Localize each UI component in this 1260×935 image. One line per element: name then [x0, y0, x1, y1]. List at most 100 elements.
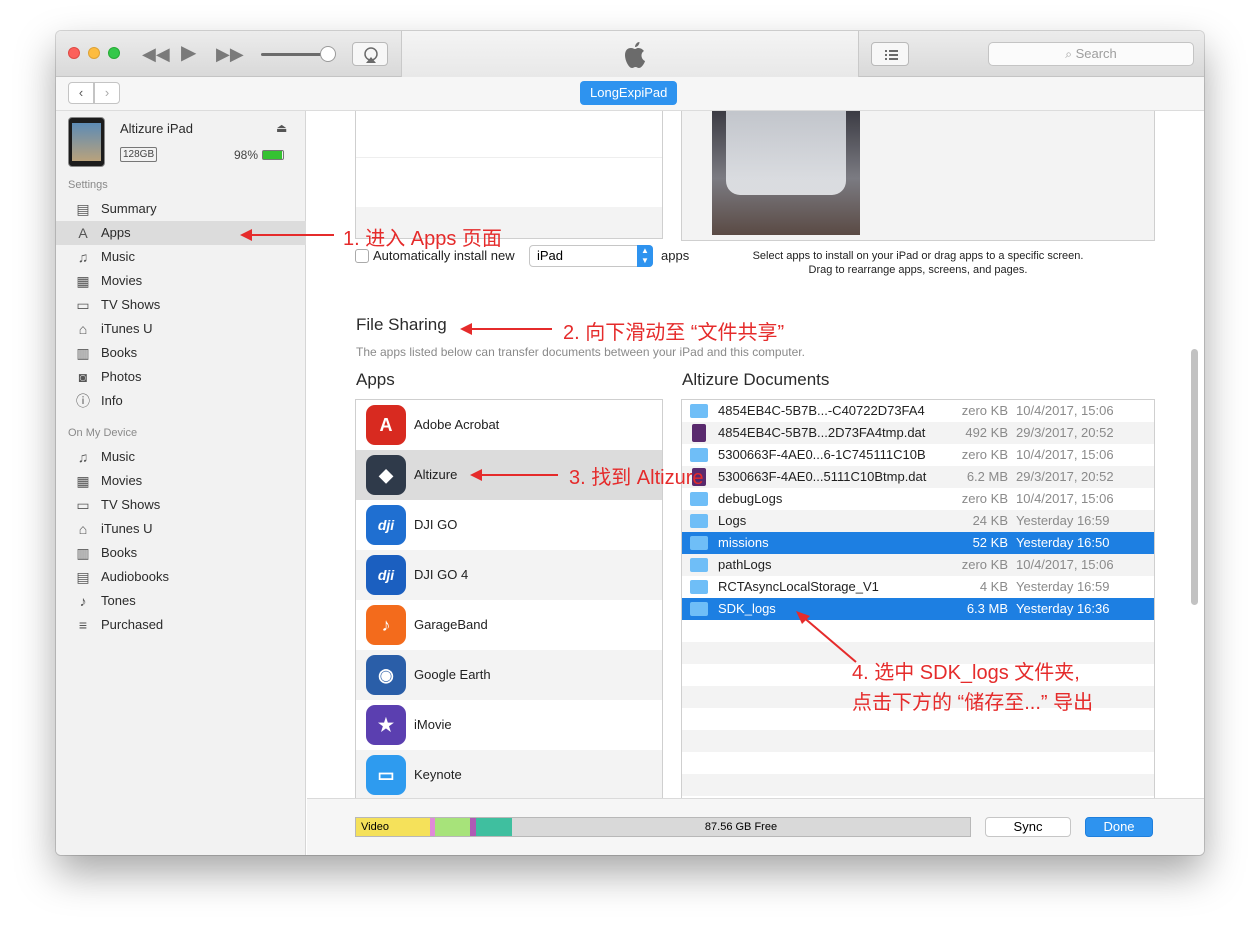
document-size: 52 KB	[972, 535, 1008, 550]
fast-forward-icon[interactable]: ▶▶	[216, 45, 244, 63]
home-screen-panel	[681, 111, 1155, 241]
sidebar-device-item-audiobooks[interactable]: ▤ Audiobooks	[56, 565, 306, 589]
sidebar-item-label: Purchased	[101, 617, 164, 632]
document-date: 10/4/2017, 15:06	[1016, 557, 1114, 572]
sidebar-item-label: TV Shows	[101, 497, 161, 512]
sidebar-item-movies[interactable]: ▦ Movies	[56, 269, 306, 293]
airplay-button[interactable]	[352, 42, 388, 66]
document-name: 5300663F-4AE0...6-1C745111C10B	[718, 447, 926, 462]
empty-row	[682, 774, 1154, 796]
battery-icon	[262, 150, 284, 160]
document-size: 4 KB	[979, 579, 1008, 594]
apps-header: Apps	[356, 370, 395, 389]
sync-button[interactable]: Sync	[985, 817, 1071, 837]
document-name: 5300663F-4AE0...5111C10Btmp.dat	[718, 469, 927, 484]
app-icon: A	[366, 405, 406, 445]
document-row[interactable]: RCTAsyncLocalStorage_V1 4 KB Yesterday 16:…	[682, 576, 1154, 598]
sidebar-device-item-itunes-u[interactable]: ⌂ iTunes U	[56, 517, 306, 541]
app-row[interactable]: ♪ GarageBand	[356, 600, 662, 650]
app-name: Adobe Acrobat	[414, 417, 500, 432]
ipad-screen-preview[interactable]	[712, 111, 860, 235]
app-icon: dji	[366, 555, 406, 595]
search-placeholder: Search	[1075, 46, 1117, 61]
app-row[interactable]: dji DJI GO 4	[356, 550, 662, 600]
document-row[interactable]: debugLogs zero KB 10/4/2017, 15:06	[682, 488, 1154, 510]
sidebar-item-itunes-u[interactable]: ⌂ iTunes U	[56, 317, 306, 341]
rewind-icon[interactable]: ◀◀	[142, 45, 170, 63]
sidebar-item-apps[interactable]: A Apps	[56, 221, 306, 245]
navigation-bar: ‹ › LongExpiPad	[56, 77, 1204, 111]
document-row[interactable]: Logs 24 KB Yesterday 16:59	[682, 510, 1154, 532]
sidebar-device-item-purchased[interactable]: ≡ Purchased	[56, 613, 306, 637]
document-row[interactable]: 5300663F-4AE0...5111C10Btmp.dat 6.2 MB 29/…	[682, 466, 1154, 488]
app-icon: dji	[366, 505, 406, 545]
search-field[interactable]: ⌕ Search	[988, 42, 1194, 66]
install-hint-line1: Select apps to install on your iPad or d…	[752, 250, 1084, 262]
on-my-device-header: On My Device	[68, 427, 138, 439]
forward-button[interactable]: ›	[94, 82, 120, 104]
sidebar-device-item-music[interactable]: ♫ Music	[56, 445, 306, 469]
device-name: Altizure iPad	[120, 121, 193, 136]
device-tab[interactable]: LongExpiPad	[580, 81, 678, 105]
sidebar-item-label: Movies	[101, 273, 143, 288]
done-button[interactable]: Done	[1085, 817, 1153, 837]
music-icon: ♫	[77, 249, 89, 265]
scrollbar-thumb[interactable]	[1191, 349, 1198, 605]
annotation-step3-text: 3. 找到 Altizure	[569, 467, 704, 489]
sidebar-item-tv-shows[interactable]: ▭ TV Shows	[56, 293, 306, 317]
minimize-button[interactable]	[88, 47, 100, 59]
play-icon[interactable]: ▶	[181, 43, 196, 63]
app-row[interactable]: A Adobe Acrobat	[356, 400, 662, 450]
volume-knob[interactable]	[320, 46, 336, 62]
app-row[interactable]: ◉ Google Earth	[356, 650, 662, 700]
sidebar-item-books[interactable]: ▥ Books	[56, 341, 306, 365]
sidebar-item-info[interactable]: ⓘ Info	[56, 389, 306, 413]
document-row[interactable]: missions 52 KB Yesterday 16:50	[682, 532, 1154, 554]
sidebar-device-item-books[interactable]: ▥ Books	[56, 541, 306, 565]
list-view-button[interactable]	[871, 42, 909, 66]
app-name: Altizure	[414, 467, 458, 482]
lcd-display	[401, 31, 859, 77]
document-size: 6.3 MB	[966, 601, 1008, 616]
document-size: zero KB	[961, 491, 1008, 506]
chevron-updown-icon: ▲ ▼	[637, 245, 653, 267]
back-button[interactable]: ‹	[68, 82, 94, 104]
app-row[interactable]: dji DJI GO	[356, 500, 662, 550]
sidebar-item-label: Photos	[101, 369, 142, 384]
empty-row	[682, 730, 1154, 752]
sidebar-device-item-tv-shows[interactable]: ▭ TV Shows	[56, 493, 306, 517]
document-row[interactable]: SDK_logs 6.3 MB Yesterday 16:36	[682, 598, 1154, 620]
close-button[interactable]	[68, 47, 80, 59]
app-name: DJI GO 4	[414, 567, 469, 582]
eject-icon[interactable]: ⏏	[276, 121, 287, 135]
storage-capacity-bar: Video 87.56 GB Free	[355, 817, 971, 837]
device-type-value: iPad	[537, 248, 564, 263]
sidebar-device-item-movies[interactable]: ▦ Movies	[56, 469, 306, 493]
app-name: Keynote	[414, 767, 462, 782]
document-row[interactable]: 4854EB4C-5B7B...-C40722D73FA4 zero KB 10/4…	[682, 400, 1154, 422]
device-type-select[interactable]: iPad ▲ ▼	[529, 245, 653, 267]
file-sharing-description: The apps listed below can transfer docum…	[356, 345, 805, 359]
document-row[interactable]: 4854EB4C-5B7B...2D73FA4tmp.dat 492 KB 29/3…	[682, 422, 1154, 444]
info-icon: ⓘ	[76, 393, 90, 409]
document-row[interactable]: pathLogs zero KB 10/4/2017, 15:06	[682, 554, 1154, 576]
document-row[interactable]: 5300663F-4AE0...6-1C745111C10B zero KB 10/…	[682, 444, 1154, 466]
folder-icon	[690, 602, 708, 616]
itunes-u-icon: ⌂	[78, 321, 88, 337]
document-size: zero KB	[961, 403, 1008, 418]
documents-list: 4854EB4C-5B7B...-C40722D73FA4 zero KB 10/4…	[681, 399, 1155, 798]
sidebar-item-photos[interactable]: ◙ Photos	[56, 365, 306, 389]
app-row[interactable]: ▭ Keynote	[356, 750, 662, 798]
zoom-button[interactable]	[108, 47, 120, 59]
music-icon: ♫	[77, 449, 89, 465]
document-name: debugLogs	[718, 491, 783, 506]
sidebar-item-music[interactable]: ♫ Music	[56, 245, 306, 269]
empty-row	[682, 752, 1154, 774]
sidebar-device-item-tones[interactable]: ♪ Tones	[56, 589, 306, 613]
folder-icon	[690, 536, 708, 550]
sidebar-item-summary[interactable]: ▤ Summary	[56, 197, 306, 221]
auto-install-checkbox[interactable]	[355, 249, 369, 263]
list-icon	[885, 50, 898, 60]
sidebar-item-label: TV Shows	[101, 297, 161, 312]
app-row[interactable]: ★ iMovie	[356, 700, 662, 750]
